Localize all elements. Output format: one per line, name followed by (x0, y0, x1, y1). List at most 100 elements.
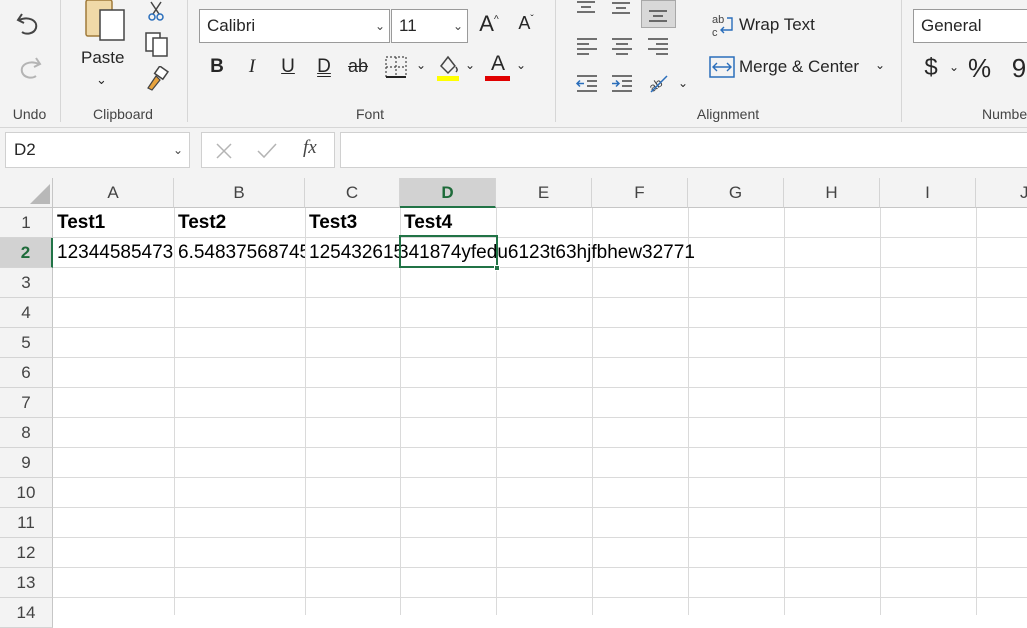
column-header-a[interactable]: A (53, 178, 174, 208)
fill-handle[interactable] (494, 265, 500, 271)
gridline (53, 387, 1027, 388)
row-header-2[interactable]: 2 (0, 238, 53, 268)
row-header-12[interactable]: 12 (0, 538, 53, 568)
percent-icon[interactable]: % (968, 53, 991, 84)
row-header-5[interactable]: 5 (0, 328, 53, 358)
paste-button-label[interactable]: Paste (81, 48, 124, 68)
align-right-icon[interactable] (646, 36, 670, 58)
font-color-icon[interactable]: A (487, 52, 509, 76)
merge-center-icon[interactable] (709, 56, 735, 78)
bottom-align-icon (649, 10, 667, 22)
gridline (53, 507, 1027, 508)
cell-c2[interactable]: 125432615 (305, 238, 400, 268)
row-header-10[interactable]: 10 (0, 478, 53, 508)
column-header-f[interactable]: F (592, 178, 688, 208)
column-header-d[interactable]: D (400, 178, 496, 208)
gridline (53, 297, 1027, 298)
font-color-dropdown-icon[interactable]: ⌄ (510, 58, 532, 72)
column-header-b[interactable]: B (174, 178, 305, 208)
cell-a2[interactable]: 12344585473 (53, 238, 174, 268)
top-align-icon[interactable] (575, 0, 597, 16)
name-box[interactable]: D2 ⌄ (5, 132, 190, 168)
copy-icon[interactable] (144, 31, 170, 57)
strikethrough-icon[interactable]: ab (347, 56, 369, 77)
column-header-c[interactable]: C (305, 178, 400, 208)
row-header-4[interactable]: 4 (0, 298, 53, 328)
svg-text:ab: ab (646, 75, 665, 94)
row-header-8[interactable]: 8 (0, 418, 53, 448)
increase-font-size-icon[interactable]: A^ (478, 11, 500, 37)
cancel-icon[interactable] (214, 141, 234, 161)
cut-icon[interactable] (144, 0, 168, 24)
number-format-combo[interactable]: General (913, 9, 1027, 43)
row-header-3[interactable]: 3 (0, 268, 53, 298)
merge-center-button[interactable]: Merge & Center (739, 57, 859, 77)
gridline (53, 327, 1027, 328)
undo-icon[interactable] (14, 8, 44, 40)
currency-dropdown-icon[interactable]: ⌄ (943, 60, 965, 74)
format-painter-icon[interactable] (144, 66, 170, 92)
cell-b1[interactable]: Test2 (174, 208, 305, 238)
insert-function-icon[interactable]: fx (303, 137, 317, 159)
wrap-text-button[interactable]: Wrap Text (739, 15, 815, 35)
wrap-text-icon[interactable]: ab c (711, 13, 735, 39)
currency-icon[interactable]: $ (920, 54, 942, 82)
enter-icon[interactable] (256, 141, 278, 161)
underline-icon[interactable]: U (277, 56, 299, 78)
bold-icon[interactable]: B (206, 56, 228, 78)
gridline (53, 567, 1027, 568)
column-header-g[interactable]: G (688, 178, 784, 208)
column-header-i[interactable]: I (880, 178, 976, 208)
separator (187, 0, 188, 122)
decrease-font-size-icon[interactable]: Aˇ (515, 13, 537, 34)
ribbon: Undo Paste ⌄ Clipboard Calibri ⌄ 11 ⌄ A^… (0, 0, 1027, 128)
chevron-down-icon[interactable]: ⌄ (173, 133, 183, 167)
gridline (976, 208, 977, 615)
row-header-6[interactable]: 6 (0, 358, 53, 388)
gridline (592, 208, 593, 615)
font-size-value: 11 (399, 16, 417, 35)
row-header-1[interactable]: 1 (0, 208, 53, 238)
orientation-dropdown-icon[interactable]: ⌄ (672, 76, 694, 90)
select-all-icon (30, 184, 50, 204)
gridline (784, 208, 785, 615)
align-left-icon[interactable] (575, 36, 599, 58)
gridline (53, 357, 1027, 358)
row-header-9[interactable]: 9 (0, 448, 53, 478)
middle-align-icon[interactable] (610, 0, 632, 16)
paste-icon[interactable] (82, 0, 130, 44)
font-name-combo[interactable]: Calibri ⌄ (199, 9, 390, 43)
row-header-14[interactable]: 14 (0, 598, 53, 628)
redo-icon[interactable] (14, 52, 44, 84)
row-header-7[interactable]: 7 (0, 388, 53, 418)
formula-input[interactable] (340, 132, 1027, 168)
double-underline-icon[interactable]: D (313, 56, 335, 78)
column-header-h[interactable]: H (784, 178, 880, 208)
comma-style-icon[interactable]: 9 (1008, 53, 1027, 84)
fill-color-icon[interactable] (435, 52, 461, 82)
fill-color-dropdown-icon[interactable]: ⌄ (459, 58, 481, 72)
paste-dropdown-icon[interactable]: ⌄ (96, 72, 107, 88)
formula-buttons: fx (201, 132, 335, 168)
row-header-13[interactable]: 13 (0, 568, 53, 598)
cell-d1[interactable]: Test4 (400, 208, 496, 238)
decrease-indent-icon[interactable] (575, 73, 599, 95)
column-header-j[interactable]: J (976, 178, 1027, 208)
gridline (53, 597, 1027, 598)
cell-c1[interactable]: Test3 (305, 208, 400, 238)
borders-icon[interactable] (385, 56, 407, 78)
column-header-e[interactable]: E (496, 178, 592, 208)
orientation-icon[interactable]: ab (645, 70, 671, 96)
borders-dropdown-icon[interactable]: ⌄ (410, 58, 432, 72)
font-group-label: Font (355, 106, 384, 122)
cell-b2[interactable]: 6.54837568745 (174, 238, 305, 268)
increase-indent-icon[interactable] (610, 73, 634, 95)
font-size-combo[interactable]: 11 ⌄ (391, 9, 468, 43)
chevron-down-icon[interactable]: ⌄ (375, 10, 385, 42)
row-header-11[interactable]: 11 (0, 508, 53, 538)
chevron-down-icon[interactable]: ⌄ (453, 10, 463, 42)
merge-center-dropdown-icon[interactable]: ⌄ (869, 58, 891, 72)
cell-a1[interactable]: Test1 (53, 208, 174, 238)
italic-icon[interactable]: I (241, 56, 263, 78)
align-center-icon[interactable] (610, 36, 634, 58)
